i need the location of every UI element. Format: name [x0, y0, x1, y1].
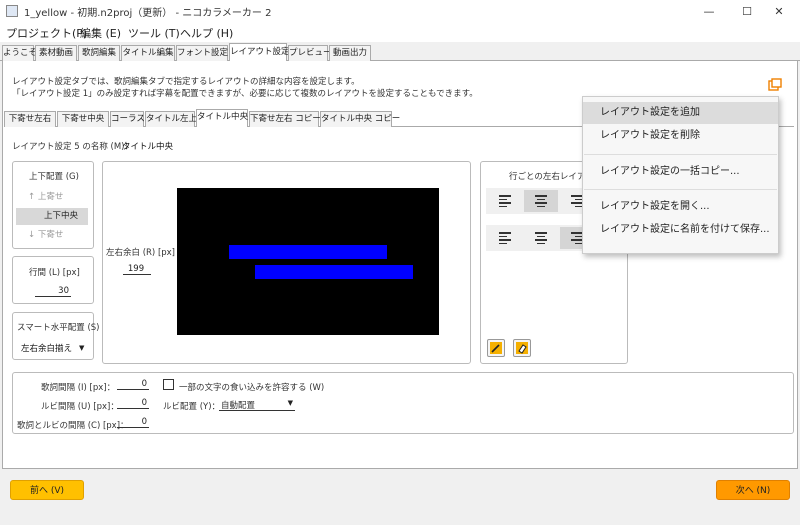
- vertical-align-group: 上下配置 (G) ↑ 上寄せ 上下中央 ↓ 下寄せ: [12, 161, 94, 249]
- tab-lyrics-edit[interactable]: 歌詞編集: [78, 45, 120, 61]
- tab-welcome[interactable]: ようこそ: [2, 45, 37, 61]
- line-spacing-label: 行間 (L) [px]: [29, 268, 80, 278]
- preview-line-1: [229, 245, 387, 259]
- layout-tab-chorus[interactable]: コーラス: [110, 111, 145, 127]
- layout-menu-icon: [768, 78, 782, 91]
- spacing-group: 歌詞間隔 (I) [px]： 0 ルビ間隔 (U) [px]： 0 歌詞とルビの…: [12, 372, 794, 434]
- menu-save-layout-as[interactable]: レイアウト設定に名前を付けて保存...: [583, 219, 778, 241]
- layout-menu-button[interactable]: [768, 78, 782, 92]
- menu-delete-layout[interactable]: レイアウト設定を削除: [583, 125, 778, 147]
- menu-edit[interactable]: 編集 (E): [80, 25, 121, 41]
- vertical-align-label: 上下配置 (G): [29, 172, 79, 182]
- menu-add-layout[interactable]: レイアウト設定を追加: [583, 102, 778, 124]
- magic-wand-button[interactable]: [487, 339, 505, 357]
- window-title: 1_yellow - 初期.n2proj（更新） - ニコカラメーカー 2: [24, 8, 272, 19]
- line-spacing-input[interactable]: 30: [35, 286, 71, 297]
- line-spacing-group: 行間 (L) [px] 30: [12, 256, 94, 304]
- smart-horizontal-group: スマート水平配置 (S) 左右余白揃え ▼: [12, 312, 99, 360]
- ruby-place-select[interactable]: 自動配置 ▼: [219, 397, 295, 411]
- prev-button[interactable]: 前へ (V): [10, 480, 84, 500]
- tab-video-output[interactable]: 動画出力: [329, 45, 371, 61]
- vertical-bottom-option[interactable]: ↓ 下寄せ: [16, 227, 88, 244]
- description-line-1: レイアウト設定タブでは、歌詞編集タブで指定するレイアウトの詳細な内容を設定します…: [12, 77, 360, 87]
- layout-tab-title-topleft[interactable]: タイトル左上: [145, 111, 197, 127]
- layout-name-input[interactable]: タイトル中央: [122, 140, 173, 152]
- align-center-button-2[interactable]: [524, 227, 558, 249]
- lyric-gap-label: 歌詞間隔 (I) [px]：: [41, 383, 116, 393]
- menu-bulk-copy-layout[interactable]: レイアウト設定の一括コピー...: [583, 161, 778, 183]
- allow-overlap-label: 一部の文字の食い込みを許容する (W): [179, 383, 325, 393]
- layout-tab-bottom-lr[interactable]: 下寄せ左右: [4, 111, 56, 127]
- menu-separator: [584, 189, 777, 190]
- align-left-button-1[interactable]: [488, 190, 522, 212]
- app-icon: [6, 5, 18, 17]
- tab-font-settings[interactable]: フォント設定: [176, 45, 228, 61]
- align-center-button-1[interactable]: [524, 190, 558, 212]
- vertical-top-option[interactable]: ↑ 上寄せ: [16, 189, 88, 206]
- ruby-gap-input[interactable]: 0: [117, 398, 149, 409]
- lyric-gap-input[interactable]: 0: [117, 379, 149, 390]
- ruby-gap-label: ルビ間隔 (U) [px]：: [41, 402, 119, 412]
- description-line-2: 「レイアウト設定 1」のみ設定すれば字幕を配置できますが、必要に応じて複数のレイ…: [12, 89, 478, 99]
- menu-project[interactable]: プロジェクト(P): [6, 25, 87, 41]
- layout-preview: [177, 188, 439, 335]
- main-tab-bar: ようこそ 素材動画 歌詞編集 タイトル編集 フォント設定 レイアウト設定 プレビ…: [0, 43, 800, 61]
- menu-separator: [584, 154, 777, 155]
- layout-context-menu: レイアウト設定を追加 レイアウト設定を削除 レイアウト設定の一括コピー... レ…: [582, 96, 779, 254]
- layout-tab-title-center[interactable]: タイトル中央: [196, 109, 248, 127]
- lyric-ruby-gap-input[interactable]: 0: [117, 417, 149, 428]
- smart-horizontal-label: スマート水平配置 (S): [17, 323, 100, 333]
- allow-overlap-checkbox[interactable]: [163, 379, 174, 390]
- close-button[interactable]: ✕: [756, 0, 800, 22]
- preview-line-2: [255, 265, 413, 279]
- margin-input[interactable]: 199: [123, 264, 151, 275]
- align-left-button-2[interactable]: [488, 227, 522, 249]
- menu-tools[interactable]: ツール (T): [128, 25, 180, 41]
- preview-group: 左右余白 (R) [px] 199: [102, 161, 471, 364]
- ruby-place-value: 自動配置: [221, 401, 256, 411]
- vertical-center-option[interactable]: 上下中央: [16, 208, 88, 225]
- align-center-icon: [535, 195, 547, 207]
- layout-tab-bottom-center[interactable]: 下寄せ中央: [57, 111, 109, 127]
- title-bar: 1_yellow - 初期.n2proj（更新） - ニコカラメーカー 2 — …: [0, 0, 800, 22]
- next-button[interactable]: 次へ (N): [716, 480, 790, 500]
- tab-preview[interactable]: プレビュー: [288, 45, 332, 61]
- ruby-place-label: ルビ配置 (Y)：: [163, 402, 221, 412]
- tab-title-edit[interactable]: タイトル編集: [121, 45, 175, 61]
- chevron-down-icon: ▼: [79, 344, 85, 352]
- menu-help[interactable]: ヘルプ (H): [180, 25, 233, 41]
- align-left-icon: [499, 232, 511, 244]
- eraser-icon: [516, 342, 528, 354]
- smart-horizontal-select[interactable]: 左右余白揃え: [21, 342, 72, 354]
- eraser-button[interactable]: [513, 339, 531, 357]
- layout-tab-title-center-copy[interactable]: タイトル中央 コピー: [320, 111, 400, 127]
- layout-name-label: レイアウト設定 5 の名称 (M)：: [12, 142, 133, 152]
- menu-open-layout[interactable]: レイアウト設定を開く...: [583, 196, 778, 218]
- layout-tab-bottom-lr-copy[interactable]: 下寄せ左右 コピー: [249, 111, 321, 127]
- chevron-down-icon: ▼: [287, 399, 293, 407]
- align-center-icon: [535, 232, 547, 244]
- lyric-ruby-gap-label: 歌詞とルビの間隔 (C) [px]：: [17, 421, 129, 431]
- menu-bar: プロジェクト(P) 編集 (E) ツール (T) ヘルプ (H): [0, 22, 800, 42]
- tab-layout-settings[interactable]: レイアウト設定: [229, 43, 290, 61]
- align-left-icon: [499, 195, 511, 207]
- margin-label: 左右余白 (R) [px]: [106, 248, 176, 258]
- tab-material-video[interactable]: 素材動画: [35, 45, 77, 61]
- magic-wand-icon: [490, 342, 502, 354]
